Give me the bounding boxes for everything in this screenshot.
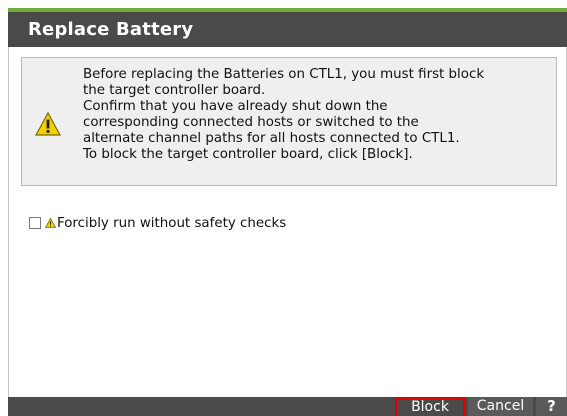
cancel-button[interactable]: Cancel [468, 397, 533, 416]
warning-line: alternate channel paths for all hosts co… [83, 131, 460, 146]
dialog-body: Before replacing the Batteries on CTL1, … [8, 47, 567, 397]
dialog-titlebar: Replace Battery [8, 8, 567, 47]
warning-line: corresponding connected hosts or switche… [83, 115, 419, 130]
force-run-option[interactable]: Forcibly run without safety checks [29, 215, 286, 231]
dialog-footer: Block Cancel ? [8, 397, 567, 416]
warning-text: Before replacing the Batteries on CTL1, … [83, 67, 555, 163]
warning-line: Before replacing the Batteries on CTL1, … [83, 67, 485, 82]
small-warning-icon [45, 218, 56, 228]
dialog-title: Replace Battery [28, 19, 194, 40]
help-button[interactable]: ? [536, 397, 567, 416]
warning-icon [35, 112, 61, 136]
warning-line: the target controller board. [83, 83, 266, 98]
warning-line: Confirm that you have already shut down … [83, 99, 388, 114]
force-run-checkbox[interactable] [29, 217, 41, 229]
replace-battery-dialog: Replace Battery Before replacing the Bat… [8, 8, 567, 416]
force-run-label: Forcibly run without safety checks [57, 215, 287, 231]
warning-line: To block the target controller board, cl… [83, 147, 413, 162]
block-button[interactable]: Block [395, 397, 465, 416]
warning-message-box: Before replacing the Batteries on CTL1, … [21, 57, 557, 186]
